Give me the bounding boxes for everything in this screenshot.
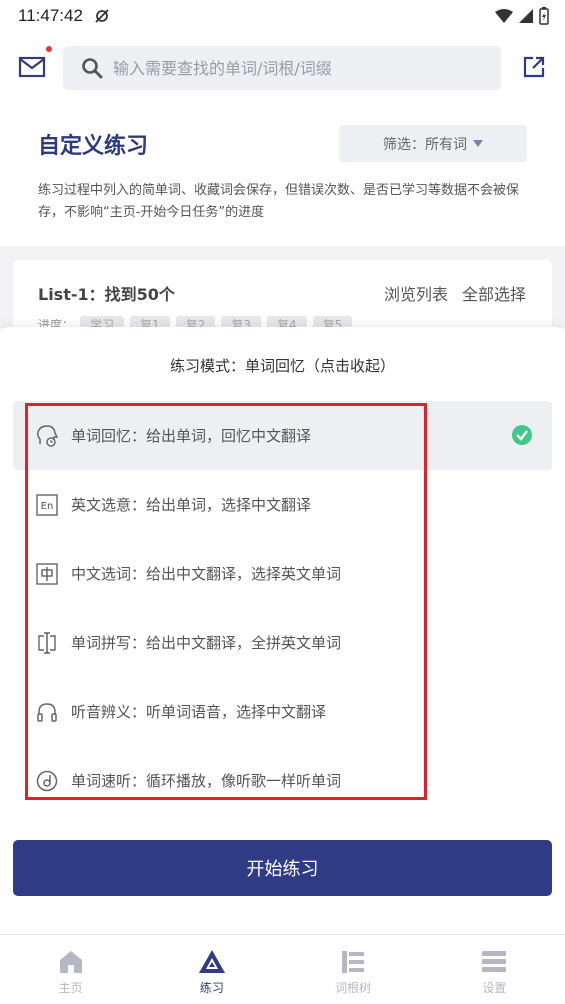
mail-icon[interactable] xyxy=(18,56,46,78)
select-all-link[interactable]: 全部选择 xyxy=(462,281,526,305)
disc-icon xyxy=(35,769,59,793)
check-circle-icon xyxy=(512,425,532,445)
headphones-icon xyxy=(35,700,59,724)
mode-item-word-recall[interactable]: 单词回忆：给出单词，回忆中文翻译 xyxy=(13,401,552,470)
status-indicators xyxy=(495,7,549,25)
tab-label: 主页 xyxy=(58,981,83,995)
browse-list-link[interactable]: 浏览列表 xyxy=(384,281,448,305)
filter-button[interactable]: 筛选：所有词 xyxy=(339,125,527,162)
dropdown-arrow-icon xyxy=(473,140,483,147)
tab-label: 设置 xyxy=(482,981,507,995)
zh-box-icon xyxy=(35,562,59,586)
mode-item-english-choice[interactable]: En 英文选意：给出单词，选择中文翻译 xyxy=(13,470,552,539)
start-practice-button[interactable]: 开始练习 xyxy=(13,840,552,896)
tab-settings[interactable]: 设置 xyxy=(424,935,565,1004)
sheet-title[interactable]: 练习模式：单词回忆（点击收起） xyxy=(0,355,565,376)
alarm-off-icon xyxy=(95,9,109,23)
search-icon xyxy=(82,58,103,79)
search-box[interactable] xyxy=(63,46,501,90)
mode-label: 单词回忆：给出单词，回忆中文翻译 xyxy=(71,427,312,445)
mode-label: 单词拼写：给出中文翻译，全拼英文单词 xyxy=(71,634,342,652)
top-bar xyxy=(0,44,565,90)
list-title: List-1：找到50个 xyxy=(38,285,175,304)
head-recall-icon xyxy=(35,424,59,448)
filter-label: 筛选：所有词 xyxy=(383,136,467,153)
tab-practice[interactable]: 练习 xyxy=(141,935,282,1004)
en-box-icon: En xyxy=(35,493,59,517)
tab-label: 练习 xyxy=(199,981,224,995)
text-cursor-icon xyxy=(35,631,59,655)
practice-icon xyxy=(198,950,225,973)
tree-icon xyxy=(342,951,365,973)
tab-root-tree[interactable]: 词根树 xyxy=(283,935,424,1004)
mode-item-listening[interactable]: 听音辨义：听单词语音，选择中文翻译 xyxy=(13,677,552,746)
mode-item-quick-listen[interactable]: 单词速听：循环播放，像听歌一样听单词 xyxy=(13,746,552,815)
home-icon xyxy=(59,951,82,973)
mode-item-spelling[interactable]: 单词拼写：给出中文翻译，全拼英文单词 xyxy=(13,608,552,677)
page-title: 自定义练习 xyxy=(38,134,149,159)
wifi-icon xyxy=(495,9,513,23)
menu-icon xyxy=(482,951,507,972)
search-input[interactable] xyxy=(113,58,473,78)
mode-item-chinese-choice[interactable]: 中文选词：给出中文翻译，选择英文单词 xyxy=(13,539,552,608)
bottom-tab-bar: 主页 练习 词根树 设置 xyxy=(0,934,565,1004)
tab-label: 词根树 xyxy=(335,981,372,995)
battery-icon xyxy=(539,7,549,25)
svg-text:En: En xyxy=(41,501,54,512)
notification-dot xyxy=(46,46,52,52)
status-bar: 11:47:42 xyxy=(0,0,565,32)
mode-label: 英文选意：给出单词，选择中文翻译 xyxy=(71,496,312,514)
mode-label: 中文选词：给出中文翻译，选择英文单词 xyxy=(71,565,342,583)
page-description: 练习过程中列入的简单词、收藏词会保存，但错误次数、是否已学习等数据不会被保存，不… xyxy=(38,183,520,220)
mode-label: 听音辨义：听单词语音，选择中文翻译 xyxy=(71,703,327,721)
share-icon[interactable] xyxy=(522,55,546,79)
tab-home[interactable]: 主页 xyxy=(0,935,141,1004)
signal-icon xyxy=(519,9,533,23)
status-time: 11:47:42 xyxy=(18,6,83,25)
mode-label: 单词速听：循环播放，像听歌一样听单词 xyxy=(71,772,342,790)
